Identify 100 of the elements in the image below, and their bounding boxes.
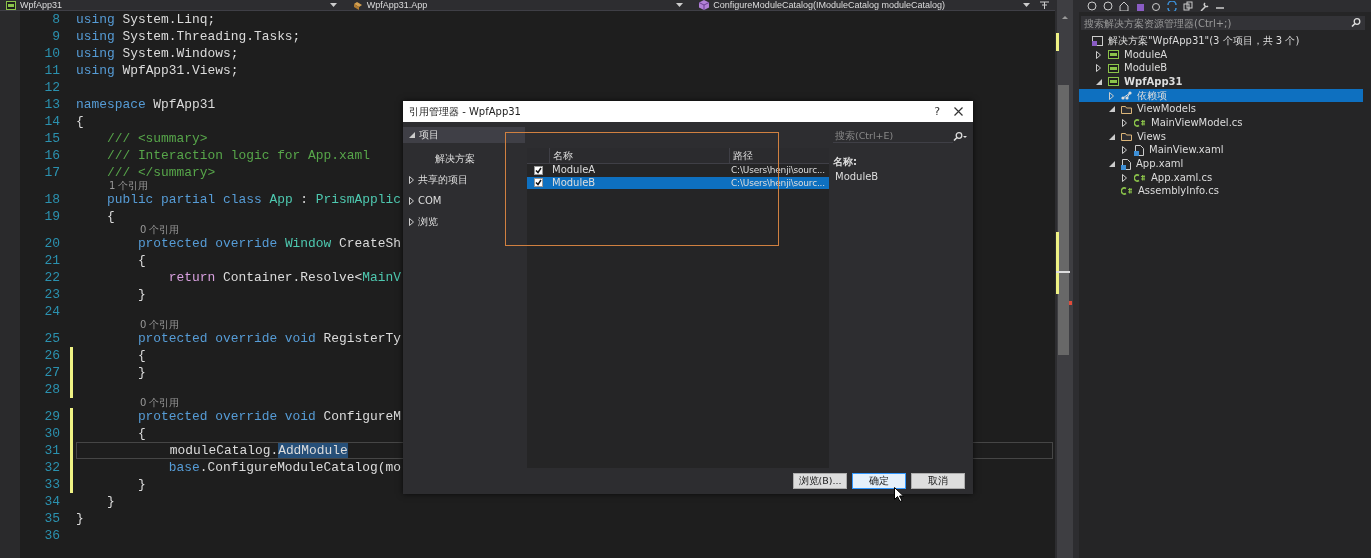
line-number: 32 [43, 459, 60, 476]
code-line: using WpfApp31.Views; [76, 63, 239, 78]
line-number: 18 [43, 191, 60, 208]
reference-count[interactable]: 0 个引用 [139, 320, 180, 330]
tree-item[interactable]: ModuleA [1079, 47, 1363, 62]
code-line: using System.Windows; [76, 46, 239, 61]
project-icon [1108, 63, 1119, 73]
line-number: 8 [51, 11, 60, 28]
tree-item[interactable]: 解决方案"WpfApp31"(3 个项目，共 3 个) [1079, 34, 1363, 48]
expand-arrow-icon[interactable] [1096, 64, 1101, 73]
search-icon [1349, 16, 1365, 30]
tree-item[interactable]: AssemblyInfo.cs [1079, 184, 1363, 199]
code-line: protected override Window CreateSh [136, 236, 401, 251]
line-number: 19 [43, 208, 60, 225]
code-line: /// <summary> [105, 131, 208, 146]
line-number: 28 [43, 381, 60, 398]
checkbox[interactable] [533, 165, 543, 175]
expand-arrow-icon[interactable] [409, 196, 414, 205]
code-line: { [105, 209, 115, 224]
search-icon [953, 131, 967, 141]
collapse-arrow-icon[interactable] [1108, 106, 1115, 113]
code-line: { [76, 114, 84, 129]
line-number: 22 [43, 269, 60, 286]
expand-arrow-icon[interactable] [409, 175, 414, 184]
tree-item[interactable]: ViewModels [1079, 102, 1363, 117]
project-icon [1108, 77, 1119, 87]
nav-item[interactable]: 解决方案 [403, 148, 525, 169]
nav-item[interactable]: 浏览 [403, 211, 525, 232]
line-number: 9 [51, 28, 60, 45]
close-icon[interactable] [954, 107, 963, 116]
folder-icon [1121, 132, 1132, 142]
dialog-button[interactable]: 浏览(B)... [793, 473, 847, 489]
code-line: } [136, 477, 146, 492]
column-header[interactable]: 路径 [729, 148, 829, 163]
checkbox[interactable] [533, 178, 543, 188]
sync-icon[interactable] [1167, 1, 1177, 11]
collapse-arrow-icon[interactable] [1095, 78, 1102, 85]
line-number: 10 [43, 45, 60, 62]
tree-item[interactable]: Views [1079, 129, 1363, 144]
nav-item[interactable]: 项目 [403, 127, 525, 143]
caret-icon [329, 3, 337, 7]
expand-arrow-icon[interactable] [1122, 146, 1127, 155]
code-line: using System.Linq; [76, 12, 216, 27]
copy-icon[interactable] [1183, 1, 1193, 11]
tree-item[interactable]: WpfApp31 [1079, 75, 1363, 89]
navigation-dropdown[interactable]: WpfApp31 [0, 0, 340, 10]
tree-item[interactable]: MainViewModel.cs [1079, 116, 1363, 130]
xaml-file-icon [1121, 158, 1131, 170]
tree-item[interactable]: 依赖项 [1079, 88, 1363, 103]
reference-count[interactable]: 1 个引用 [108, 181, 149, 191]
dialog-title: 引用管理器 - WpfApp31 [409, 104, 522, 119]
cube-icon [699, 0, 710, 10]
column-header[interactable]: 名称 [549, 148, 729, 163]
line-number: 31 [43, 442, 60, 459]
line-number: 24 [43, 303, 60, 320]
expand-arrow-icon[interactable] [1096, 50, 1101, 59]
details-value: ModuleB [835, 171, 880, 182]
collapse-arrow-icon[interactable] [1108, 161, 1115, 168]
navigation-dropdown[interactable]: ConfigureModuleCatalog(IModuleCatalog moduleCatalog) [693, 0, 1033, 10]
dialog-button[interactable]: 确定 [852, 473, 906, 489]
class-icon [352, 0, 363, 10]
code-line: } [76, 511, 84, 526]
code-line: { [136, 426, 146, 441]
dialog-button[interactable]: 取消 [911, 473, 965, 489]
code-line: } [136, 287, 146, 302]
expand-arrow-icon[interactable] [409, 217, 414, 226]
reference-count[interactable]: 0 个引用 [139, 225, 180, 235]
caret-icon [676, 3, 684, 7]
nav-item[interactable]: COM [403, 190, 525, 211]
line-number: 13 [43, 96, 60, 113]
table-cell-text: ModuleB [551, 176, 597, 189]
nav-item[interactable]: 共享的项目 [403, 169, 525, 190]
code-line: /// </summary> [105, 165, 216, 180]
line-number: 30 [43, 425, 60, 442]
search-field[interactable]: 搜索(Ctrl+E) [833, 129, 953, 143]
tree-item[interactable]: App.xaml [1079, 157, 1363, 171]
home-icon[interactable] [1119, 1, 1129, 11]
expand-arrow-icon[interactable] [1122, 173, 1127, 182]
csharp-file-icon [1134, 118, 1146, 127]
settings-icon[interactable] [1199, 1, 1209, 11]
code-line: using System.Threading.Tasks; [76, 29, 301, 44]
expand-arrow-icon[interactable] [1122, 118, 1127, 127]
collapse-arrow-icon[interactable] [409, 132, 415, 138]
tree-item[interactable]: App.xaml.cs [1079, 170, 1363, 185]
line-number: 27 [43, 364, 60, 381]
solution-icon [1092, 35, 1103, 46]
dependencies-icon [1121, 91, 1132, 101]
collapse-arrow-icon[interactable] [1108, 133, 1115, 140]
help-button[interactable]: ? [934, 105, 940, 118]
tree-item[interactable]: ModuleB [1079, 61, 1363, 76]
search-field[interactable]: 搜索解决方案资源管理器(Ctrl+;) [1081, 16, 1349, 30]
reference-count[interactable]: 0 个引用 [139, 398, 180, 408]
csharp-file-icon [1134, 173, 1146, 182]
line-number: 29 [43, 408, 60, 425]
code-line: moduleCatalog.AddModule [168, 443, 348, 458]
line-number: 26 [43, 347, 60, 364]
line-number: 20 [43, 235, 60, 252]
navigation-dropdown[interactable]: WpfApp31.App [346, 0, 687, 10]
code-line: base.ConfigureModuleCatalog(mo [167, 460, 401, 475]
tree-item[interactable]: MainView.xaml [1079, 143, 1363, 158]
